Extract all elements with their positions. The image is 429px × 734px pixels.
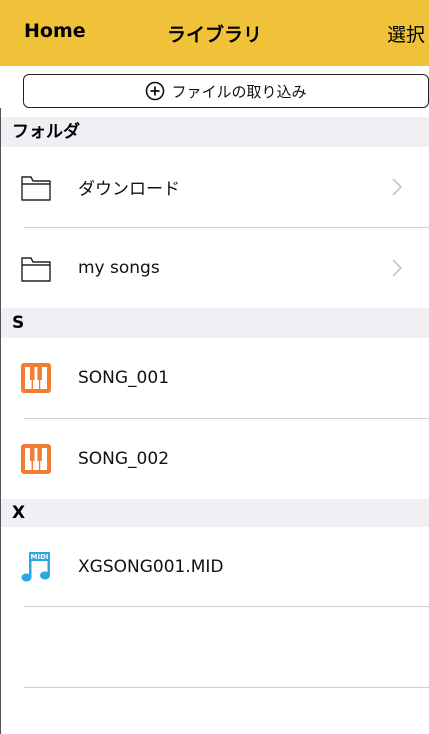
song-row-song-001[interactable]: SONG_001 bbox=[0, 338, 429, 418]
plus-circle-icon bbox=[146, 81, 165, 101]
piano-icon bbox=[21, 444, 51, 474]
song-label: SONG_001 bbox=[78, 368, 170, 388]
separator bbox=[24, 687, 429, 688]
piano-icon bbox=[21, 363, 51, 393]
section-header-folders: フォルダ bbox=[0, 117, 429, 147]
midi-note-icon: MIDI bbox=[21, 552, 50, 582]
separator bbox=[24, 606, 429, 607]
chevron-right-icon bbox=[392, 178, 402, 196]
song-label: XGSONG001.MID bbox=[78, 557, 224, 577]
song-row-xgsong001[interactable]: MIDI XGSONG001.MID bbox=[0, 527, 429, 607]
chevron-right-icon bbox=[392, 259, 402, 277]
song-row-song-002[interactable]: SONG_002 bbox=[0, 419, 429, 499]
folder-row-my-songs[interactable]: my songs bbox=[0, 228, 429, 308]
home-button[interactable]: Home bbox=[24, 20, 86, 42]
pane-divider bbox=[0, 108, 1, 734]
navigation-bar: Home ライブラリ 選択 bbox=[0, 0, 429, 66]
svg-text:MIDI: MIDI bbox=[31, 553, 49, 561]
folder-row-download[interactable]: ダウンロード bbox=[0, 147, 429, 227]
import-files-label: ファイルの取り込み bbox=[171, 82, 307, 101]
folder-icon bbox=[21, 257, 51, 282]
section-header-x: X bbox=[0, 499, 429, 527]
select-button[interactable]: 選択 bbox=[387, 20, 425, 47]
folder-label: ダウンロード bbox=[78, 179, 180, 200]
song-label: SONG_002 bbox=[78, 449, 170, 469]
section-header-s: S bbox=[0, 308, 429, 338]
import-files-button[interactable]: ファイルの取り込み bbox=[23, 74, 429, 108]
folder-icon bbox=[21, 176, 51, 201]
folder-label: my songs bbox=[78, 258, 160, 278]
